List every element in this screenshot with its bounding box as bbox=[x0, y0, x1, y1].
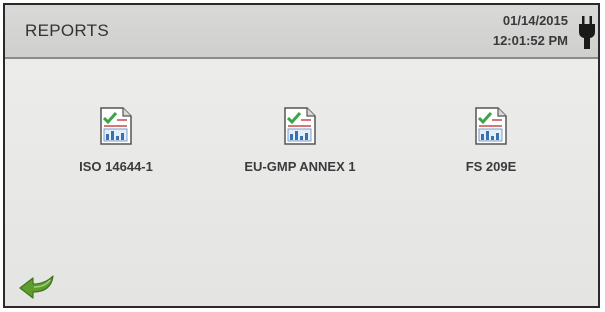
time-display: 12:01:52 PM bbox=[492, 33, 568, 48]
report-document-icon bbox=[100, 107, 132, 145]
header-bar: REPORTS 01/14/2015 12:01:52 PM bbox=[5, 5, 598, 59]
back-arrow-icon[interactable] bbox=[17, 272, 57, 302]
report-label: ISO 14644-1 bbox=[79, 159, 153, 174]
report-iso-14644-1[interactable]: ISO 14644-1 bbox=[36, 107, 196, 174]
report-label: FS 209E bbox=[465, 159, 517, 174]
report-label: EU-GMP ANNEX 1 bbox=[244, 159, 356, 174]
plug-icon bbox=[579, 16, 595, 49]
report-document-icon bbox=[475, 107, 507, 145]
report-document-icon bbox=[284, 107, 316, 145]
datetime-display: 01/14/2015 12:01:52 PM bbox=[493, 11, 568, 51]
content-area: ISO 14644-1 EU-GMP ANNEX 1 FS 209E bbox=[5, 59, 598, 306]
page-title: REPORTS bbox=[25, 21, 109, 40]
report-fs-209e[interactable]: FS 209E bbox=[411, 107, 571, 174]
report-eu-gmp-annex-1[interactable]: EU-GMP ANNEX 1 bbox=[220, 107, 380, 174]
date-display: 01/14/2015 bbox=[502, 13, 568, 28]
reports-screen: REPORTS 01/14/2015 12:01:52 PM ISO 14644… bbox=[3, 3, 600, 308]
